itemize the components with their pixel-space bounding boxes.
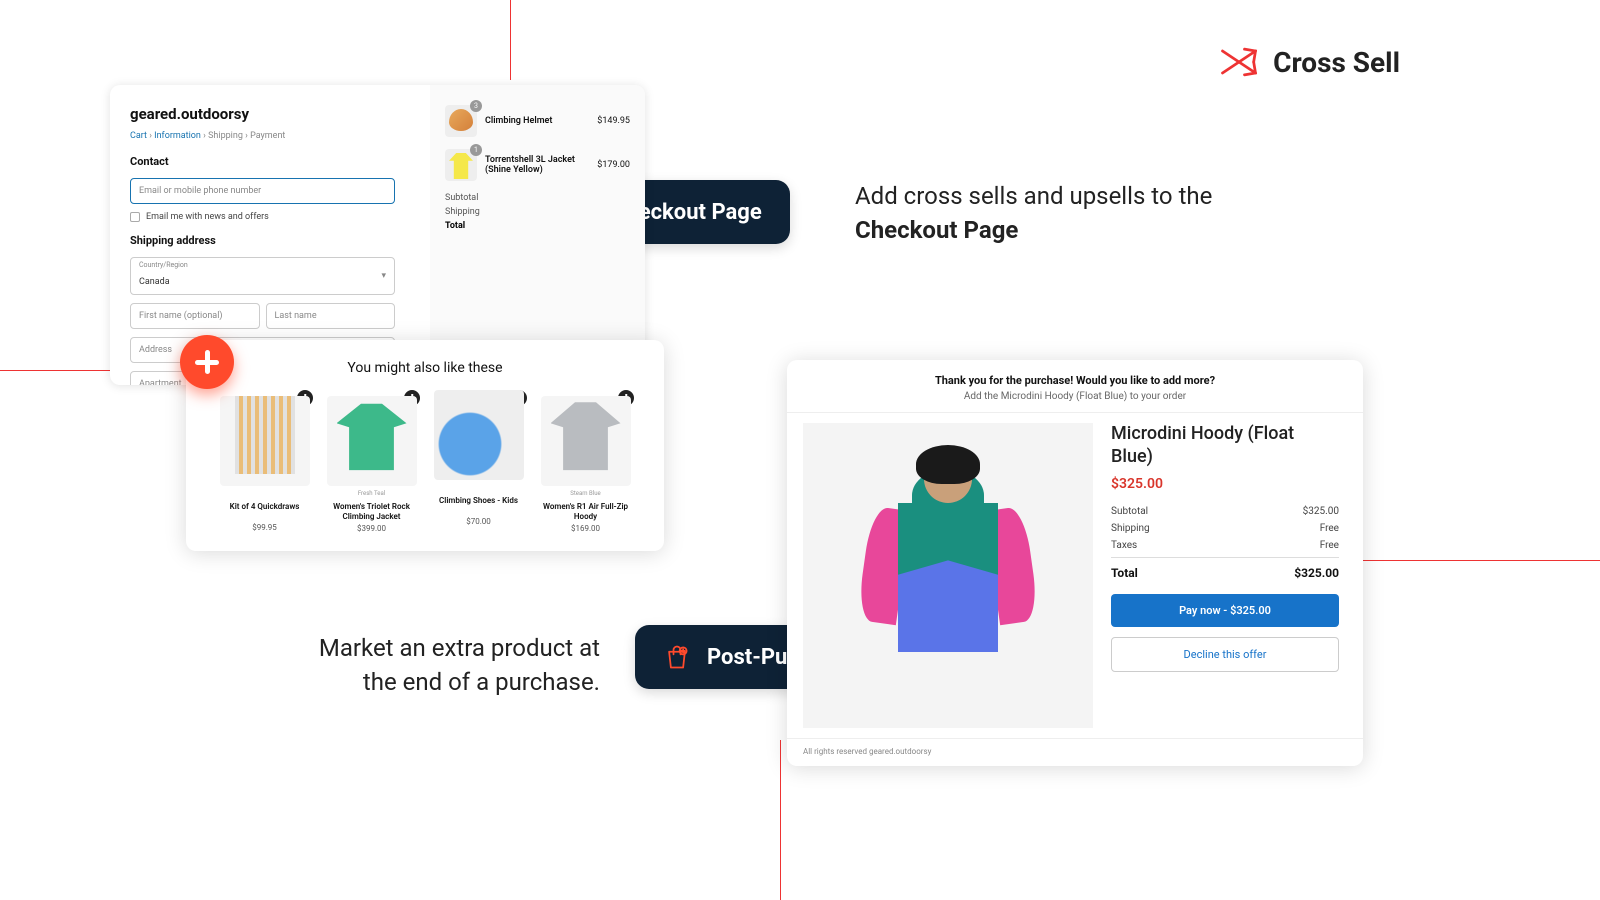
pp-footer: All rights reserved geared.outdoorsy bbox=[787, 739, 1363, 756]
pp-row: Subtotal $325.00 bbox=[1111, 506, 1339, 517]
reco-name: Women's Triolet Rock Climbing Jacket bbox=[323, 502, 420, 521]
reco-tag bbox=[216, 490, 313, 498]
pp-row-l: Subtotal bbox=[1111, 506, 1148, 517]
shopping-bag-icon bbox=[663, 643, 691, 671]
address-placeholder: Address bbox=[139, 345, 172, 355]
decor-line bbox=[510, 0, 511, 80]
reco-card[interactable]: Climbing Shoes - Kids $70.00 bbox=[430, 390, 527, 533]
total-label: Total bbox=[445, 221, 630, 231]
product-thumb: 3 bbox=[445, 105, 477, 137]
crumb-pay: Payment bbox=[250, 131, 285, 141]
cart-item-price: $179.00 bbox=[597, 160, 630, 170]
pp-row-l: Shipping bbox=[1111, 523, 1150, 534]
product-image bbox=[541, 396, 631, 486]
reco-card[interactable]: Steam Blue Women's R1 Air Full-Zip Hoody… bbox=[537, 390, 634, 533]
store-name: geared.outdoorsy bbox=[130, 105, 395, 123]
last-name-field[interactable]: Last name bbox=[266, 303, 396, 329]
product-image bbox=[434, 390, 524, 480]
breadcrumb: Cart › Information › Shipping › Payment bbox=[130, 131, 395, 141]
headline-checkout: Add cross sells and upsells to the Check… bbox=[855, 180, 1335, 247]
plus-icon bbox=[180, 335, 234, 389]
reco-name: Climbing Shoes - Kids bbox=[430, 496, 527, 514]
recommendations-mock: You might also like these Kit of 4 Quick… bbox=[186, 340, 664, 551]
product-image bbox=[220, 396, 310, 486]
pp-subhead: Add the Microdini Hoody (Float Blue) to … bbox=[787, 391, 1363, 402]
headline-line1: Add cross sells and upsells to the bbox=[855, 182, 1212, 210]
product-image bbox=[327, 396, 417, 486]
pp-row: Shipping Free bbox=[1111, 523, 1339, 534]
cart-item: 1 Torrentshell 3L Jacket (Shine Yellow) … bbox=[445, 149, 630, 181]
decor-line bbox=[780, 740, 781, 900]
pp-total: Total $325.00 bbox=[1111, 557, 1339, 580]
reco-title: You might also like these bbox=[216, 360, 634, 376]
news-checkbox[interactable]: Email me with news and offers bbox=[130, 212, 395, 222]
headline-line2: Checkout Page bbox=[855, 216, 1018, 244]
cart-totals: Subtotal Shipping Total bbox=[445, 193, 630, 231]
reco-tag bbox=[430, 484, 527, 492]
contact-label: Contact bbox=[130, 155, 395, 168]
pp-headline: Thank you for the purchase! Would you li… bbox=[787, 374, 1363, 387]
crumb-ship: Shipping bbox=[208, 131, 243, 141]
brand-name: Cross Sell bbox=[1273, 46, 1400, 79]
reco-card[interactable]: Fresh Teal Women's Triolet Rock Climbing… bbox=[323, 390, 420, 533]
country-select[interactable]: Country/RegionCanada bbox=[130, 257, 395, 295]
pp-product-title: Microdini Hoody (Float Blue) bbox=[1111, 423, 1339, 468]
first-name-field[interactable]: First name (optional) bbox=[130, 303, 260, 329]
cross-sell-logo-icon bbox=[1217, 40, 1261, 84]
reco-tag: Steam Blue bbox=[537, 490, 634, 498]
pp-row-r: $325.00 bbox=[1303, 506, 1339, 517]
crumb-info[interactable]: Information bbox=[154, 131, 201, 141]
pp-row-l: Taxes bbox=[1111, 540, 1137, 551]
decor-line bbox=[0, 370, 110, 371]
reco-price: $169.00 bbox=[537, 524, 634, 533]
reco-price: $399.00 bbox=[323, 524, 420, 533]
qty-badge: 1 bbox=[470, 144, 482, 156]
headline-left-2: the end of a purchase. bbox=[363, 668, 600, 696]
news-label: Email me with news and offers bbox=[146, 212, 269, 222]
reco-name: Women's R1 Air Full-Zip Hoody bbox=[537, 502, 634, 521]
product-thumb: 1 bbox=[445, 149, 477, 181]
qty-badge: 3 bbox=[470, 100, 482, 112]
reco-tag: Fresh Teal bbox=[323, 490, 420, 498]
shipping-label: Shipping bbox=[445, 207, 630, 217]
country-lbl: Country/Region bbox=[139, 261, 188, 269]
pp-total-r: $325.00 bbox=[1294, 566, 1339, 580]
headline-left-1: Market an extra product at bbox=[319, 634, 600, 662]
decor-line bbox=[1360, 560, 1600, 561]
decline-offer-button[interactable]: Decline this offer bbox=[1111, 637, 1339, 672]
pp-row: Taxes Free bbox=[1111, 540, 1339, 551]
crumb-cart[interactable]: Cart bbox=[130, 131, 147, 141]
email-field[interactable]: Email or mobile phone number bbox=[130, 178, 395, 204]
pp-row-r: Free bbox=[1320, 540, 1339, 551]
headline-post: Market an extra product at the end of a … bbox=[290, 632, 600, 699]
cart-item: 3 Climbing Helmet $149.95 bbox=[445, 105, 630, 137]
reco-card[interactable]: Kit of 4 Quickdraws $99.95 bbox=[216, 390, 313, 533]
cart-item-name: Climbing Helmet bbox=[485, 116, 589, 126]
reco-price: $99.95 bbox=[216, 523, 313, 532]
pp-total-l: Total bbox=[1111, 566, 1138, 580]
reco-price: $70.00 bbox=[430, 517, 527, 526]
cart-item-name: Torrentshell 3L Jacket (Shine Yellow) bbox=[485, 155, 589, 175]
checkbox-icon bbox=[130, 212, 140, 222]
pp-row-r: Free bbox=[1320, 523, 1339, 534]
cart-item-price: $149.95 bbox=[597, 116, 630, 126]
post-purchase-mock: Thank you for the purchase! Would you li… bbox=[787, 360, 1363, 766]
pay-now-button[interactable]: Pay now - $325.00 bbox=[1111, 594, 1339, 627]
product-image bbox=[803, 423, 1093, 728]
subtotal-label: Subtotal bbox=[445, 193, 630, 203]
brand-lockup: Cross Sell bbox=[1217, 40, 1400, 84]
pp-product-price: $325.00 bbox=[1111, 476, 1339, 492]
reco-name: Kit of 4 Quickdraws bbox=[216, 502, 313, 520]
ship-label: Shipping address bbox=[130, 234, 395, 247]
